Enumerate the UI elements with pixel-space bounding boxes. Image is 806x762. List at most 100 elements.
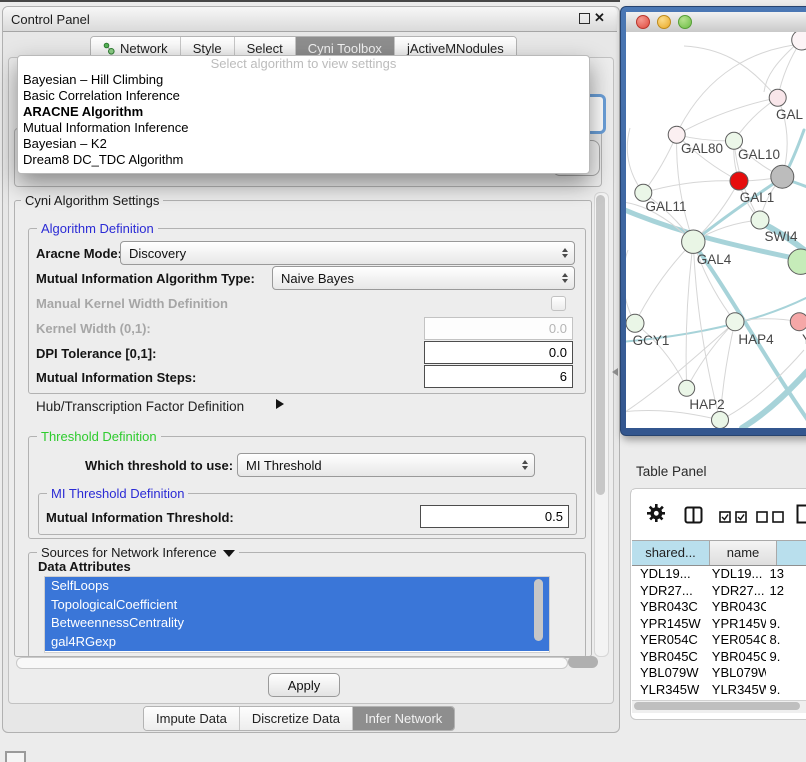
gear-icon[interactable]: [646, 503, 666, 528]
network-view-titlebar[interactable]: [626, 12, 806, 33]
network-node[interactable]: [792, 32, 806, 50]
tab-impute-data[interactable]: Impute Data: [144, 707, 239, 730]
network-edge: [643, 181, 739, 193]
close-traffic-light-icon[interactable]: [636, 15, 650, 29]
float-window-icon[interactable]: [579, 13, 590, 24]
expand-arrow-icon[interactable]: [276, 399, 284, 409]
table-row[interactable]: YBL079WYBL079W: [632, 665, 806, 682]
split-panel-icon[interactable]: [684, 506, 703, 529]
dpi-tolerance-label: DPI Tolerance [0,1]:: [36, 346, 156, 361]
network-node[interactable]: [769, 89, 786, 106]
screen: Control Panel ✕ Network Style Select Cyn…: [0, 0, 806, 762]
network-node[interactable]: [682, 230, 705, 253]
table-row[interactable]: YLR345WYLR345W9.: [632, 682, 806, 699]
data-attributes-list[interactable]: SelfLoopsTopologicalCoefficientBetweenne…: [44, 576, 550, 653]
checked-columns-icon[interactable]: [719, 510, 747, 528]
table-row[interactable]: YDR27...YDR27...12: [632, 583, 806, 600]
mi-type-label: Mutual Information Algorithm Type:: [36, 271, 255, 286]
aracne-mode-value: Discovery: [129, 246, 186, 261]
node-label: HAP4: [738, 332, 774, 347]
kernel-width-input[interactable]: 0.0: [424, 317, 573, 340]
tab-discretize-data[interactable]: Discretize Data: [239, 707, 352, 730]
network-canvas[interactable]: GALGAL80GAL10GAL1GAL11SWI4GAL4GCY1HAP4YH…: [626, 32, 806, 428]
algorithm-dropdown-popup: Select algorithm to view settings Bayesi…: [17, 55, 590, 174]
mi-algorithm-type-select[interactable]: Naive Bayes: [272, 266, 575, 290]
settings-hscrollbar-end[interactable]: [568, 656, 598, 668]
mi-threshold-input[interactable]: 0.5: [420, 505, 569, 528]
mi-threshold-legend: MI Threshold Definition: [47, 486, 188, 501]
zoom-traffic-light-icon[interactable]: [678, 15, 692, 29]
dropdown-placeholder: Select algorithm to view settings: [18, 56, 589, 72]
network-edge: [626, 250, 635, 323]
manual-kernel-label: Manual Kernel Width Definition: [36, 296, 228, 311]
network-edge: [677, 98, 778, 135]
algorithm-option[interactable]: Bayesian – Hill Climbing: [18, 72, 589, 88]
apply-button[interactable]: Apply: [268, 673, 340, 697]
data-attribute-item[interactable]: SelfLoops: [45, 577, 549, 596]
network-node[interactable]: [788, 249, 806, 274]
table-body[interactable]: YDL19...YDL19...13YDR27...YDR27...12YBR0…: [632, 566, 806, 700]
unchecked-columns-icon[interactable]: [756, 510, 784, 528]
which-threshold-label: Which threshold to use:: [85, 458, 233, 473]
hub-section-label[interactable]: Hub/Transcription Factor Definition: [36, 399, 244, 414]
aracne-mode-select[interactable]: Discovery: [120, 241, 575, 265]
data-attribute-item[interactable]: BetweennessCentrality: [45, 614, 549, 633]
threshold-definition-legend: Threshold Definition: [37, 429, 161, 444]
network-node[interactable]: [790, 313, 806, 331]
manual-kernel-checkbox[interactable]: [551, 296, 566, 311]
attributes-list-scrollbar[interactable]: [534, 579, 543, 641]
table-row[interactable]: YBR045CYBR045C9.: [632, 649, 806, 666]
algorithm-option[interactable]: Mutual Information Inference: [18, 120, 589, 136]
network-edge: [627, 128, 643, 193]
algorithm-option[interactable]: Basic Correlation Inference: [18, 88, 589, 104]
algorithm-option[interactable]: Dream8 DC_TDC Algorithm: [18, 152, 589, 168]
network-node[interactable]: [771, 165, 794, 188]
table-row[interactable]: YER054CYER054C8.: [632, 632, 806, 649]
algorithm-option[interactable]: Bayesian – K2: [18, 136, 589, 152]
mi-threshold-label: Mutual Information Threshold:: [46, 510, 234, 525]
export-table-icon[interactable]: [796, 504, 806, 529]
network-edge: [686, 242, 693, 389]
node-label: GAL1: [740, 190, 775, 205]
mi-steps-input[interactable]: 6: [424, 365, 573, 388]
network-node[interactable]: [751, 211, 769, 229]
network-node[interactable]: [679, 380, 695, 396]
network-graph: GALGAL80GAL10GAL1GAL11SWI4GAL4GCY1HAP4YH…: [626, 32, 806, 428]
table-row[interactable]: YPR145WYPR145W9.: [632, 616, 806, 633]
settings-vscrollbar-thumb[interactable]: [596, 195, 605, 495]
table-panel-title: Table Panel: [636, 464, 707, 479]
network-edge: [742, 364, 806, 428]
network-node[interactable]: [726, 313, 744, 331]
minimize-traffic-light-icon[interactable]: [657, 15, 671, 29]
node-label: GAL80: [681, 141, 723, 156]
settings-hscrollbar-thumb[interactable]: [16, 657, 568, 669]
column-header[interactable]: [777, 541, 806, 565]
node-label: GAL10: [738, 147, 780, 162]
dpi-tolerance-input[interactable]: 0.0: [424, 341, 573, 364]
close-icon[interactable]: ✕: [594, 10, 605, 26]
panel-collapse-arrow[interactable]: [612, 368, 618, 376]
network-node[interactable]: [626, 314, 644, 332]
spinner-arrows-icon: [558, 273, 574, 283]
algorithm-option[interactable]: ARACNE Algorithm: [18, 104, 589, 120]
network-node[interactable]: [712, 412, 729, 429]
node-label: HAP2: [689, 397, 724, 412]
table-hscrollbar-thumb[interactable]: [634, 702, 800, 710]
data-attribute-item[interactable]: TopologicalCoefficient: [45, 596, 549, 615]
table-row[interactable]: YBR043CYBR043C: [632, 599, 806, 616]
column-header[interactable]: shared...: [632, 541, 710, 565]
column-header[interactable]: name: [710, 541, 777, 565]
top-divider-line: [0, 0, 620, 2]
minimized-panel-icon[interactable]: [5, 751, 26, 762]
network-node[interactable]: [730, 172, 748, 190]
table-row[interactable]: YDL19...YDL19...13: [632, 566, 806, 583]
window-title: Control Panel: [3, 12, 90, 27]
node-label: GCY1: [633, 333, 670, 348]
network-icon: [103, 42, 115, 55]
node-label: GAL11: [645, 199, 686, 214]
network-edge: [643, 135, 676, 193]
tab-infer-network[interactable]: Infer Network: [352, 707, 454, 730]
which-threshold-select[interactable]: MI Threshold: [237, 453, 535, 477]
data-attribute-item[interactable]: gal4RGexp: [45, 633, 549, 652]
sources-legend[interactable]: Sources for Network Inference: [37, 545, 239, 560]
